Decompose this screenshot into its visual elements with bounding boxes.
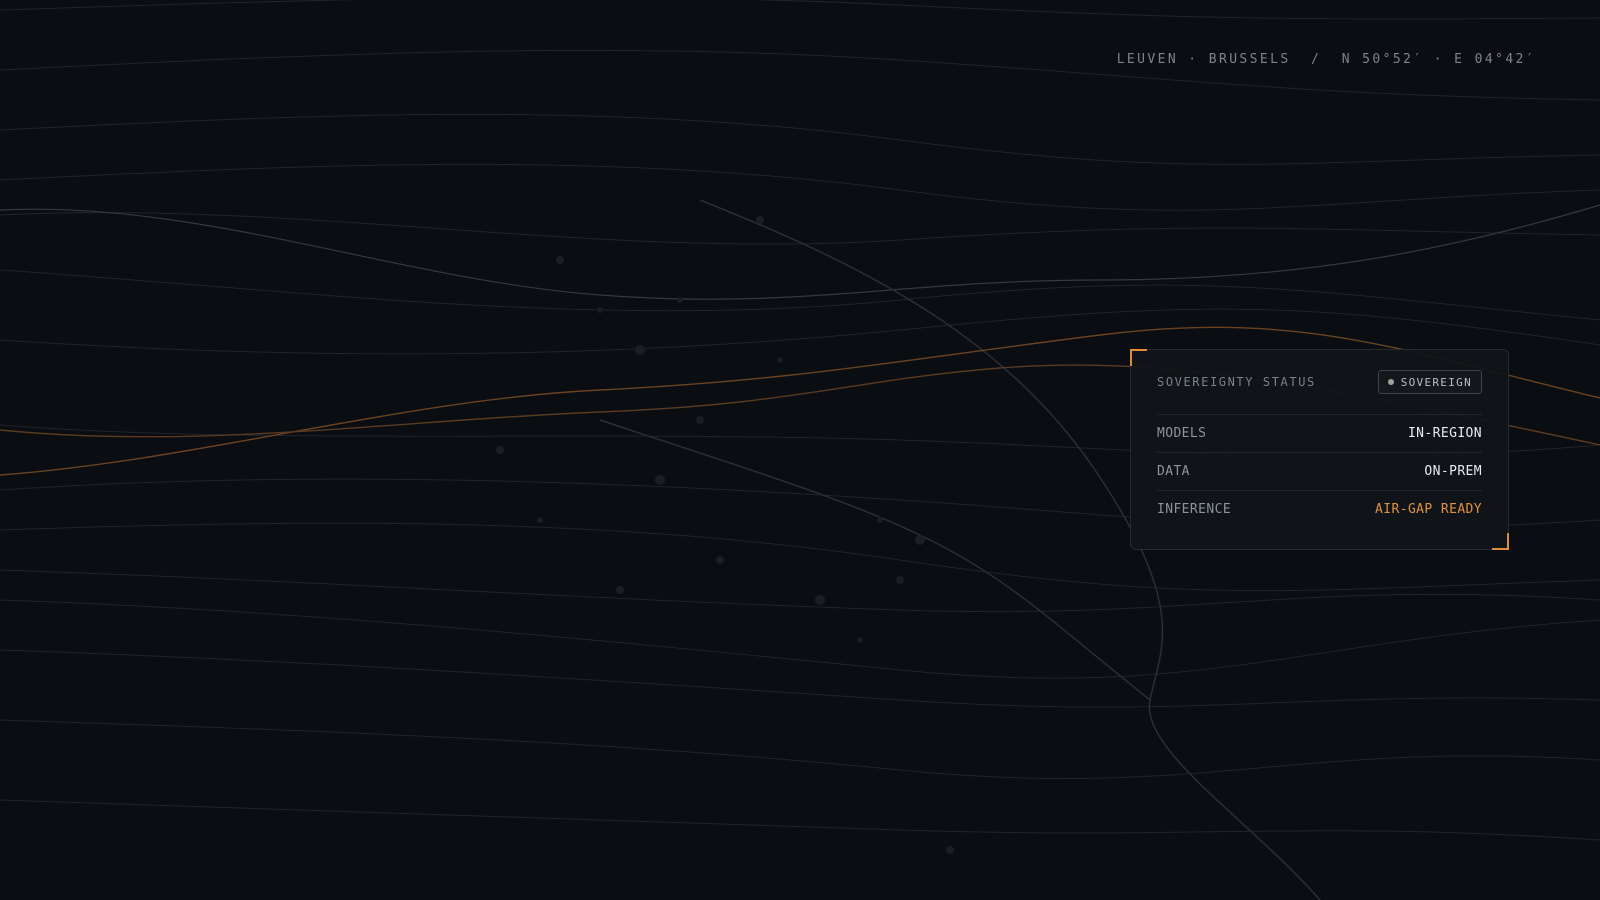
flow-line — [0, 599, 1600, 679]
status-key: DATA — [1157, 464, 1190, 479]
particle — [597, 307, 603, 313]
flow-line — [0, 719, 1600, 780]
badge-label: SOVEREIGN — [1400, 375, 1472, 389]
highlight-flow-line — [0, 204, 1600, 300]
flow-line — [0, 799, 1600, 841]
flow-line — [0, 569, 1600, 613]
status-value: IN-REGION — [1407, 426, 1482, 441]
status-row-data: DATA ON-PREM — [1157, 453, 1482, 491]
particle — [677, 297, 683, 303]
panel-header: SOVEREIGNTY STATUS SOVEREIGN — [1157, 350, 1482, 415]
status-key: INFERENCE — [1157, 502, 1232, 517]
network-curve — [599, 419, 1151, 701]
corner-bracket-top-left — [1130, 349, 1147, 366]
particle — [946, 846, 954, 854]
particle — [556, 256, 564, 264]
flow-line — [0, 113, 1600, 165]
particle — [815, 595, 825, 605]
flow-line — [0, 163, 1600, 211]
corner-bracket-bottom-right — [1492, 533, 1509, 550]
status-row-models: MODELS IN-REGION — [1157, 415, 1482, 453]
particle — [537, 517, 543, 523]
flow-line — [0, 0, 1600, 20]
sovereignty-status-panel: SOVEREIGNTY STATUS SOVEREIGN MODELS IN-R… — [1130, 349, 1509, 550]
particle — [635, 345, 645, 355]
particle — [777, 357, 783, 363]
particle — [696, 416, 704, 424]
particle — [655, 475, 665, 485]
particle — [877, 517, 883, 523]
flow-line — [0, 308, 1600, 355]
flow-line — [0, 269, 1600, 321]
status-key: MODELS — [1157, 426, 1207, 441]
particle — [616, 586, 624, 594]
particle — [857, 637, 863, 643]
sovereign-badge: SOVEREIGN — [1377, 370, 1482, 394]
location-coordinates: LEUVEN · BRUSSELS / N 50°52′ · E 04°42′ — [1116, 52, 1536, 67]
status-row-inference: INFERENCE AIR-GAP READY — [1157, 491, 1482, 528]
flow-line — [0, 649, 1600, 708]
particle — [496, 446, 504, 454]
particle — [716, 556, 724, 564]
status-value: AIR-GAP READY — [1375, 502, 1482, 517]
panel-title: SOVEREIGNTY STATUS — [1157, 375, 1316, 389]
status-dot-icon — [1387, 379, 1394, 385]
status-value: ON-PREM — [1424, 464, 1482, 479]
network-curve — [699, 199, 1321, 900]
particle — [915, 535, 925, 545]
flow-line — [0, 212, 1600, 245]
particle — [756, 216, 764, 224]
particle — [896, 576, 904, 584]
